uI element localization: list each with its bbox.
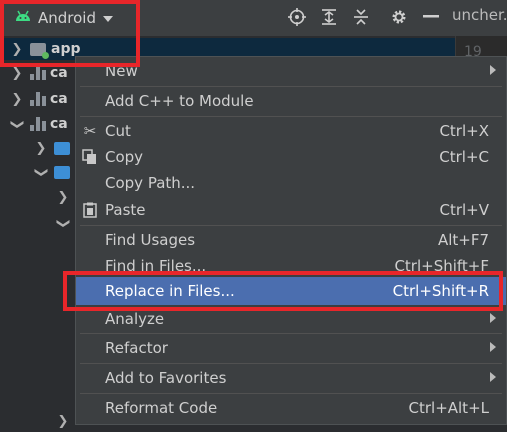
project-toolbar: Android uncher. (0, 0, 507, 36)
chevron-right-icon[interactable]: ❯ (56, 190, 70, 205)
menu-item-replace-in-files[interactable]: Replace in Files... Ctrl+Shift+R (76, 277, 506, 305)
project-view-dropdown[interactable]: Android (14, 6, 114, 30)
menu-item-add-favorites[interactable]: Add to Favorites (76, 364, 506, 392)
collapse-all-icon[interactable] (352, 8, 370, 26)
project-view-label: Android (38, 9, 96, 27)
tree-folder[interactable]: ❯ (0, 186, 70, 208)
scissors-icon: ✂ (83, 122, 97, 140)
menu-item-copy[interactable]: Copy Ctrl+C (76, 143, 506, 171)
caret-down-icon (102, 9, 114, 27)
menu-item-shortcut: Ctrl+X (439, 122, 489, 140)
menu-item-shortcut: Alt+F7 (437, 231, 489, 249)
tree-item[interactable]: ❯ ca (0, 62, 68, 84)
tree-item-label: ca (50, 116, 68, 132)
menu-item-new[interactable]: New (76, 57, 506, 85)
menu-item-analyze[interactable]: Analyze (76, 305, 506, 333)
tree-item-label: ca (50, 91, 68, 107)
clipboard-icon (81, 201, 99, 219)
menu-item-find-in-files[interactable]: Find in Files... Ctrl+Shift+F (76, 252, 506, 280)
menu-item-cut[interactable]: ✂ Cut Ctrl+X (76, 117, 506, 145)
menu-item-label: Replace in Files... (105, 282, 235, 300)
module-folder-icon (30, 42, 49, 59)
menu-item-find-usages[interactable]: Find Usages Alt+F7 (76, 226, 506, 254)
tree-folder[interactable]: ❯ (0, 161, 75, 183)
menu-item-shortcut: Ctrl+Shift+R (392, 282, 489, 300)
android-icon (14, 9, 32, 27)
menu-item-label: New (105, 62, 138, 80)
menu-item-label: Analyze (105, 310, 165, 328)
chevron-down-icon[interactable]: ❯ (10, 117, 25, 131)
menu-item-refactor[interactable]: Refactor (76, 334, 506, 362)
menu-item-label: Cut (105, 122, 131, 140)
tree-item-label: app (51, 41, 81, 57)
menu-item-label: Copy (105, 148, 144, 166)
expand-all-icon[interactable] (320, 8, 338, 26)
gradle-module-icon (30, 117, 46, 131)
locate-icon[interactable] (288, 8, 306, 26)
menu-item-label: Find Usages (105, 231, 196, 249)
submenu-arrow-icon (490, 342, 496, 352)
editor-tab-title[interactable]: uncher. (452, 6, 507, 24)
menu-item-label: Refactor (105, 339, 168, 357)
tree-folder[interactable]: ❯ (0, 137, 75, 159)
chevron-down-icon[interactable]: ❯ (34, 165, 49, 179)
tree-folder[interactable]: ❯ (0, 410, 70, 432)
menu-item-shortcut: Ctrl+Alt+L (408, 399, 490, 417)
tree-item[interactable]: ❯ ca (0, 113, 68, 135)
hide-panel-icon[interactable] (422, 8, 440, 26)
menu-item-shortcut: Ctrl+Shift+F (394, 257, 489, 275)
menu-item-label: Paste (105, 201, 146, 219)
menu-item-label: Add to Favorites (105, 369, 227, 387)
chevron-right-icon[interactable]: ❯ (10, 42, 24, 57)
menu-item-reformat-code[interactable]: Reformat Code Ctrl+Alt+L (76, 394, 506, 422)
menu-item-paste[interactable]: Paste Ctrl+V (76, 196, 506, 224)
menu-item-label: Reformat Code (105, 399, 218, 417)
menu-item-label: Copy Path... (105, 174, 196, 192)
folder-icon (54, 141, 70, 155)
submenu-arrow-icon (490, 372, 496, 382)
context-menu: New Add C++ to Module ✂ Cut Ctrl+X Copy … (75, 56, 507, 425)
menu-item-shortcut: Ctrl+V (439, 201, 489, 219)
menu-item-copy-path[interactable]: Copy Path... (76, 169, 506, 197)
menu-item-add-cpp[interactable]: Add C++ to Module (76, 87, 506, 115)
tree-item-label: ca (50, 65, 68, 81)
folder-icon (54, 165, 70, 179)
chevron-right-icon[interactable]: ❯ (10, 92, 24, 107)
chevron-down-icon[interactable]: ❯ (56, 216, 71, 230)
gradle-module-icon (30, 92, 46, 106)
tree-item[interactable]: ❯ ca (0, 88, 68, 110)
gradle-module-icon (30, 66, 46, 80)
copy-icon (81, 148, 99, 166)
submenu-arrow-icon (490, 313, 496, 323)
submenu-arrow-icon (490, 65, 496, 75)
tree-folder[interactable]: ❯ (0, 212, 71, 234)
menu-item-label: Find in Files... (105, 257, 207, 275)
menu-item-label: Add C++ to Module (105, 92, 254, 110)
gear-icon[interactable] (390, 8, 408, 26)
chevron-right-icon[interactable]: ❯ (34, 141, 48, 156)
chevron-right-icon[interactable]: ❯ (10, 66, 24, 81)
chevron-right-icon[interactable]: ❯ (56, 414, 70, 429)
menu-item-shortcut: Ctrl+C (439, 148, 489, 166)
